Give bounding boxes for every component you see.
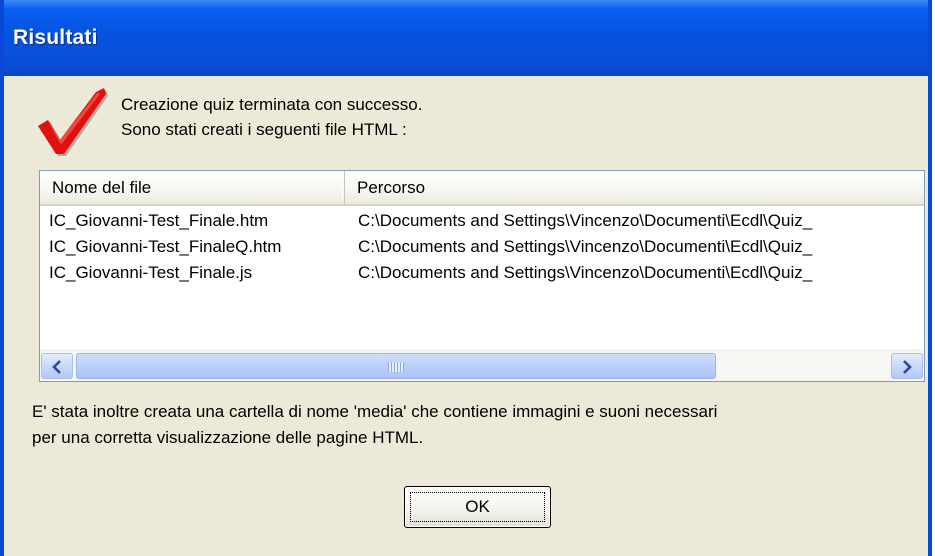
ok-button-label: OK — [465, 497, 490, 516]
window-title: Risultati — [13, 26, 98, 49]
file-path-cell: C:\Documents and Settings\Vincenzo\Docum… — [358, 263, 813, 282]
file-path-cell: C:\Documents and Settings\Vincenzo\Docum… — [358, 237, 813, 256]
table-row[interactable]: IC_Giovanni-Test_Finale.htm C:\Documents… — [40, 208, 924, 234]
file-name-cell: IC_Giovanni-Test_Finale.htm — [49, 211, 269, 230]
red-checkmark-icon — [38, 88, 108, 156]
scroll-right-button[interactable] — [891, 353, 923, 379]
message-line-2: Sono stati creati i seguenti file HTML : — [121, 120, 407, 139]
list-header: Nome del file Percorso — [40, 171, 924, 206]
message-line-1: Creazione quiz terminata con successo. — [121, 95, 423, 114]
info-line-1: E' stata inoltre creata una cartella di … — [32, 402, 718, 421]
success-message: Creazione quiz terminata con successo. S… — [121, 92, 422, 142]
table-row[interactable]: IC_Giovanni-Test_Finale.js C:\Documents … — [40, 260, 924, 286]
media-folder-info: E' stata inoltre creata una cartella di … — [32, 399, 922, 451]
file-path-cell: C:\Documents and Settings\Vincenzo\Docum… — [358, 211, 813, 230]
column-header-file-name[interactable]: Nome del file — [40, 171, 345, 204]
ok-button[interactable]: OK — [404, 486, 551, 528]
chevron-right-icon — [903, 360, 912, 374]
scrollbar-thumb[interactable] — [76, 353, 716, 379]
file-name-cell: IC_Giovanni-Test_FinaleQ.htm — [49, 237, 282, 256]
results-dialog: Risultati Creazione quiz terminata con s… — [0, 0, 932, 556]
info-line-2: per una corretta visualizzazione delle p… — [32, 428, 424, 447]
list-rows: IC_Giovanni-Test_Finale.htm C:\Documents… — [40, 208, 924, 286]
scroll-left-button[interactable] — [41, 353, 73, 379]
file-name-cell: IC_Giovanni-Test_Finale.js — [49, 263, 253, 282]
column-header-path[interactable]: Percorso — [345, 171, 924, 204]
grip-icon — [388, 362, 404, 372]
chevron-left-icon — [52, 360, 61, 374]
file-list-view[interactable]: Nome del file Percorso IC_Giovanni-Test_… — [39, 170, 925, 382]
title-bar[interactable]: Risultati — [4, 0, 928, 76]
horizontal-scrollbar[interactable] — [40, 350, 924, 381]
table-row[interactable]: IC_Giovanni-Test_FinaleQ.htm C:\Document… — [40, 234, 924, 260]
